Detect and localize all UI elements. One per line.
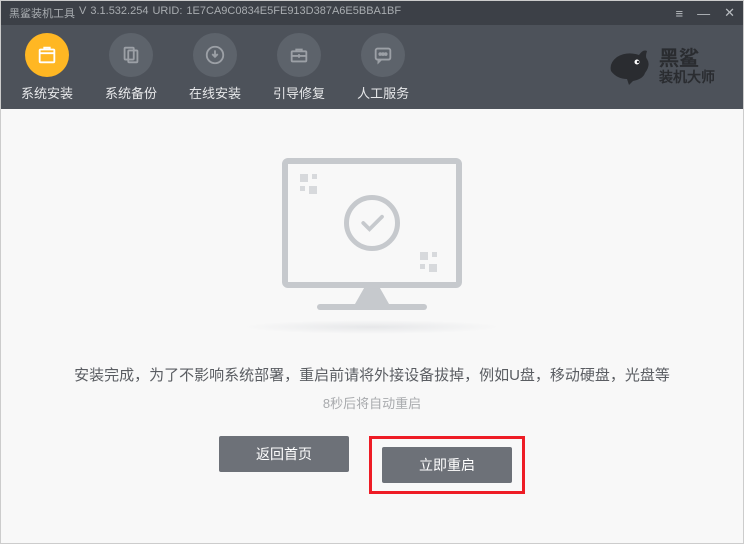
- app-name: 黑鲨装机工具: [9, 5, 75, 21]
- nav-label: 系统安装: [21, 83, 73, 102]
- shark-icon: [603, 45, 653, 89]
- nav-system-backup[interactable]: 系统备份: [105, 33, 157, 102]
- package-icon: [25, 33, 69, 77]
- version-prefix: V: [79, 5, 86, 21]
- nav-online-install[interactable]: 在线安装: [189, 33, 241, 102]
- countdown-text: 8秒后将自动重启: [323, 393, 421, 412]
- back-home-button[interactable]: 返回首页: [219, 436, 349, 472]
- app-window: 黑鲨装机工具 V 3.1.532.254 URID: 1E7CA9C0834E5…: [0, 0, 744, 544]
- close-icon[interactable]: ✕: [724, 5, 735, 21]
- main-content: 安装完成，为了不影响系统部署，重启前请将外接设备拔掉，例如U盘，移动硬盘，光盘等…: [1, 109, 743, 543]
- nav-boot-repair[interactable]: 引导修复: [273, 33, 325, 102]
- nav-bar: 系统安装 系统备份 在线安装 引导修复: [1, 25, 743, 109]
- toolbox-icon: [277, 33, 321, 77]
- brand-line1: 黑鲨: [659, 48, 715, 70]
- chat-icon: [361, 33, 405, 77]
- download-icon: [193, 33, 237, 77]
- titlebar: 黑鲨装机工具 V 3.1.532.254 URID: 1E7CA9C0834E5…: [1, 1, 743, 25]
- nav-label: 人工服务: [357, 83, 409, 102]
- brand-line2: 装机大师: [659, 70, 715, 85]
- completion-message: 安装完成，为了不影响系统部署，重启前请将外接设备拔掉，例如U盘，移动硬盘，光盘等: [74, 364, 670, 385]
- success-illustration: [262, 158, 482, 334]
- files-icon: [109, 33, 153, 77]
- nav-system-install[interactable]: 系统安装: [21, 33, 73, 102]
- nav-label: 引导修复: [273, 83, 325, 102]
- restart-now-button[interactable]: 立即重启: [382, 447, 512, 483]
- highlight-annotation: 立即重启: [369, 436, 525, 494]
- menu-icon[interactable]: ≡: [676, 6, 684, 21]
- nav-support[interactable]: 人工服务: [357, 33, 409, 102]
- checkmark-icon: [344, 195, 400, 251]
- urid: 1E7CA9C0834E5FE913D387A6E5BBA1BF: [186, 5, 401, 21]
- monitor-icon: [282, 158, 462, 288]
- version: 3.1.532.254: [90, 5, 148, 21]
- nav-label: 系统备份: [105, 83, 157, 102]
- urid-prefix: URID:: [152, 5, 182, 21]
- brand-logo: 黑鲨 装机大师: [603, 45, 723, 89]
- nav-label: 在线安装: [189, 83, 241, 102]
- minimize-icon[interactable]: —: [697, 6, 710, 21]
